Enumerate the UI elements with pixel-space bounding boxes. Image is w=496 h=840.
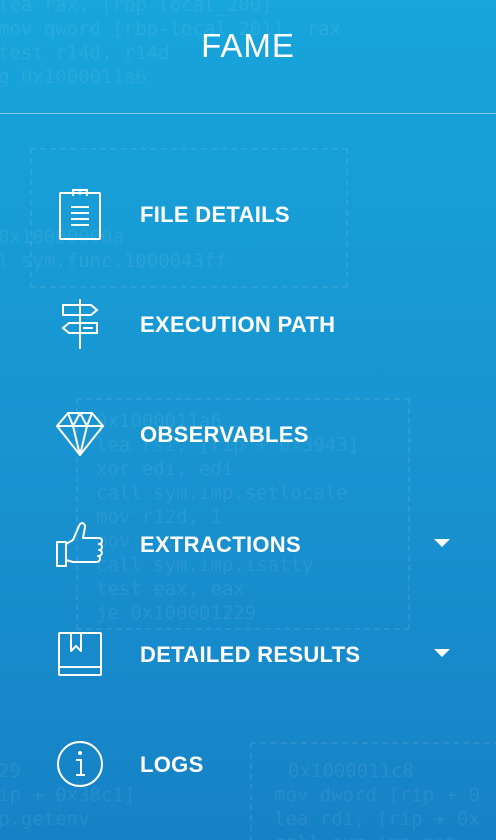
diamond-icon [54,406,106,462]
chevron-down-icon[interactable] [434,649,450,657]
nav-item-observables[interactable]: OBSERVABLES [0,394,496,474]
nav-label-execution-path: EXECUTION PATH [140,312,336,337]
nav-item-execution-path[interactable]: EXECUTION PATH [0,284,496,364]
nav-label-detailed-results: DETAILED RESULTS [140,642,361,667]
code-line: p.getenv [0,808,90,830]
info-icon [54,736,106,792]
signpost-icon [54,296,106,352]
code-line: call sym.imp.get [274,832,457,840]
book-icon [54,626,106,682]
code-line: call sym.imp.setlocale [96,482,348,504]
nav-label-observables: OBSERVABLES [140,422,309,447]
nav-item-file-details[interactable]: FILE DETAILS [0,174,496,254]
code-line: lea rdi, [rip + 0x [274,808,480,830]
app-header: FAME [0,0,496,114]
nav-label-file-details: FILE DETAILS [140,202,290,227]
nav-item-logs[interactable]: LOGS [0,724,496,804]
chevron-down-icon[interactable] [434,539,450,547]
nav-label-logs: LOGS [140,752,204,777]
nav-item-detailed-results[interactable]: DETAILED RESULTS [0,614,496,694]
thumbs-up-icon [54,516,106,572]
app-title[interactable]: FAME [0,27,496,65]
clipboard-icon [54,186,106,242]
nav-label-extractions: EXTRACTIONS [140,532,301,557]
nav-item-extractions[interactable]: EXTRACTIONS [0,504,496,584]
